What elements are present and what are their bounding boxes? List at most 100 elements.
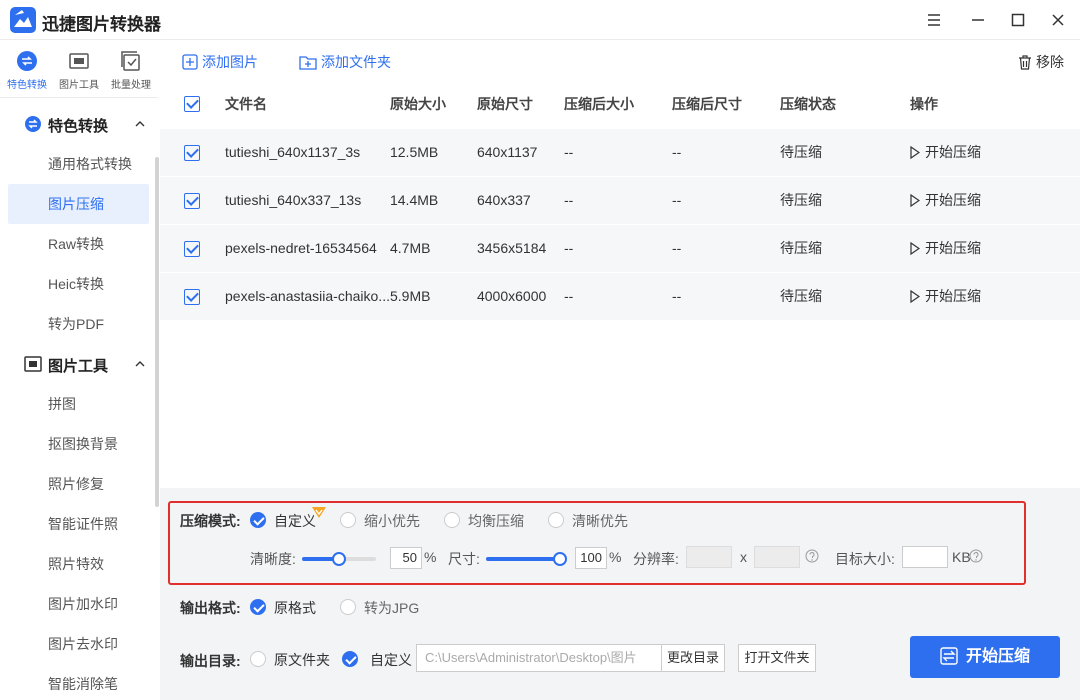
mode-custom-label[interactable]: 自定义: [274, 511, 316, 531]
target-size-label: 目标大小:: [835, 551, 895, 567]
sidebar-item-raw-convert[interactable]: Raw转换: [8, 224, 149, 264]
header-filename[interactable]: 文件名: [225, 80, 390, 128]
format-original-radio[interactable]: [250, 599, 266, 615]
remove-button[interactable]: 移除: [1018, 52, 1064, 72]
clarity-slider-knob[interactable]: [332, 552, 346, 566]
start-compress-row-button[interactable]: 开始压缩: [910, 288, 981, 304]
select-all-checkbox[interactable]: [184, 96, 200, 113]
title-bar: 迅捷图片转换器: [0, 0, 1080, 40]
start-compress-row-button[interactable]: 开始压缩: [910, 192, 981, 208]
sidebar-item-heic-convert[interactable]: Heic转换: [8, 264, 149, 304]
row-checkbox[interactable]: [184, 288, 200, 305]
help-icon[interactable]: [969, 549, 983, 563]
open-folder-button[interactable]: 打开文件夹: [738, 644, 816, 672]
table-row[interactable]: tutieshi_640x1137_3s 12.5MB 640x1137 -- …: [160, 128, 1080, 176]
dir-original-radio[interactable]: [250, 651, 266, 667]
row-checkbox[interactable]: [184, 192, 200, 209]
batch-icon: [121, 51, 140, 71]
file-table: 文件名 原始大小 原始尺寸 压缩后大小 压缩后尺寸 压缩状态 操作 tuties…: [160, 80, 1080, 320]
output-format-label: 输出格式:: [180, 600, 241, 616]
row-checkbox[interactable]: [184, 240, 200, 257]
dir-original-label[interactable]: 原文件夹: [274, 650, 330, 670]
table-row[interactable]: pexels-nedret-16534564 4.7MB 3456x5184 -…: [160, 224, 1080, 272]
table-row[interactable]: pexels-anastasiia-chaiko... 5.9MB 4000x6…: [160, 272, 1080, 320]
play-icon: [910, 290, 921, 304]
cell-comp-dim: --: [671, 240, 682, 256]
cell-comp-dim: --: [671, 192, 682, 208]
resolution-width-input[interactable]: [686, 546, 732, 568]
sidebar-item-eraser[interactable]: 智能消除笔: [8, 664, 149, 700]
sidebar-item-remove-watermark[interactable]: 图片去水印: [8, 624, 149, 664]
rail-tab-convert[interactable]: 特色转换: [1, 50, 53, 91]
maximize-icon[interactable]: [1006, 8, 1030, 32]
rail-label: 图片工具: [59, 80, 99, 91]
sidebar-item-add-watermark[interactable]: 图片加水印: [8, 584, 149, 624]
cell-status: 待压缩: [779, 288, 822, 305]
format-jpg-label[interactable]: 转为JPG: [364, 598, 419, 618]
cell-orig-size: 12.5MB: [389, 144, 439, 160]
menu-icon[interactable]: [922, 8, 946, 32]
chevron-up-icon: [135, 361, 145, 367]
minimize-icon[interactable]: [966, 8, 990, 32]
mode-clarity-label[interactable]: 清晰优先: [572, 511, 628, 531]
add-image-button[interactable]: 添加图片: [182, 52, 258, 72]
mode-balanced-label[interactable]: 均衡压缩: [468, 511, 524, 531]
compress-mode-label: 压缩模式:: [180, 513, 241, 529]
header-orig-dim[interactable]: 原始尺寸: [477, 80, 564, 128]
sidebar-item-to-pdf[interactable]: 转为PDF: [8, 304, 149, 344]
header-orig-size[interactable]: 原始大小: [390, 80, 477, 128]
mode-smaller-label[interactable]: 缩小优先: [364, 511, 420, 531]
action-label: 开始压缩: [924, 288, 981, 305]
clarity-label: 清晰度:: [250, 551, 296, 567]
output-path-field[interactable]: C:\Users\Administrator\Desktop\图片: [416, 644, 662, 672]
cell-orig-size: 4.7MB: [389, 240, 431, 256]
sidebar-item-cutout[interactable]: 抠图换背景: [8, 424, 149, 464]
resolution-height-input[interactable]: [754, 546, 800, 568]
rail-tab-image-tools[interactable]: 图片工具: [53, 50, 105, 91]
header-status[interactable]: 压缩状态: [780, 80, 910, 128]
sidebar-item-photo-repair[interactable]: 照片修复: [8, 464, 149, 504]
row-checkbox[interactable]: [184, 144, 200, 161]
start-compress-row-button[interactable]: 开始压缩: [910, 144, 981, 160]
header-comp-size[interactable]: 压缩后大小: [564, 80, 672, 128]
change-dir-button[interactable]: 更改目录: [661, 644, 725, 672]
sidebar-item-collage[interactable]: 拼图: [8, 384, 149, 424]
mode-clarity-radio[interactable]: [548, 512, 564, 528]
help-icon[interactable]: [805, 549, 819, 563]
play-icon: [910, 145, 921, 160]
start-compress-row-button[interactable]: 开始压缩: [910, 240, 981, 256]
format-original-label[interactable]: 原格式: [274, 598, 316, 618]
app-title: 迅捷图片转换器: [42, 15, 161, 34]
size-slider-knob[interactable]: [553, 552, 567, 566]
size-input[interactable]: 100: [575, 547, 607, 569]
sidebar-group-image-tools[interactable]: 图片工具: [0, 344, 150, 384]
mode-smaller-radio[interactable]: [340, 512, 356, 528]
cell-comp-dim: --: [671, 288, 682, 305]
add-folder-button[interactable]: 添加文件夹: [299, 52, 391, 72]
sidebar-item-photo-effects[interactable]: 照片特效: [8, 544, 149, 584]
settings-panel: 压缩模式: 自定义 缩小优先 均衡压缩 清晰优先 清晰度: 50 % 尺寸: 1…: [160, 488, 1080, 700]
sidebar: 特色转换 通用格式转换 图片压缩 Raw转换 Heic转换 转为PDF 图片工具…: [0, 99, 159, 700]
action-label: 开始压缩: [924, 192, 981, 208]
dir-custom-radio[interactable]: [342, 651, 358, 667]
rail-tab-batch[interactable]: 批量处理: [105, 50, 157, 91]
trash-icon: [1019, 55, 1031, 70]
start-compress-button[interactable]: 开始压缩: [910, 636, 1060, 678]
mode-custom-radio[interactable]: [250, 512, 266, 528]
mode-balanced-radio[interactable]: [444, 512, 460, 528]
header-comp-dim[interactable]: 压缩后尺寸: [672, 80, 780, 128]
sidebar-scrollbar[interactable]: [155, 157, 159, 507]
format-jpg-radio[interactable]: [340, 599, 356, 615]
table-row[interactable]: tutieshi_640x337_13s 14.4MB 640x337 -- -…: [160, 176, 1080, 224]
add-folder-icon: [299, 56, 317, 70]
cell-orig-size: 14.4MB: [389, 192, 439, 208]
sidebar-group-label: 特色转换: [48, 118, 109, 135]
sidebar-group-convert[interactable]: 特色转换: [0, 104, 150, 144]
dir-custom-label[interactable]: 自定义: [370, 650, 412, 670]
sidebar-item-general-convert[interactable]: 通用格式转换: [8, 144, 149, 184]
close-icon[interactable]: [1046, 8, 1070, 32]
sidebar-item-id-photo[interactable]: 智能证件照: [8, 504, 149, 544]
clarity-input[interactable]: 50: [390, 547, 422, 569]
target-size-input[interactable]: [902, 546, 948, 568]
sidebar-item-image-compress[interactable]: 图片压缩: [8, 184, 149, 224]
